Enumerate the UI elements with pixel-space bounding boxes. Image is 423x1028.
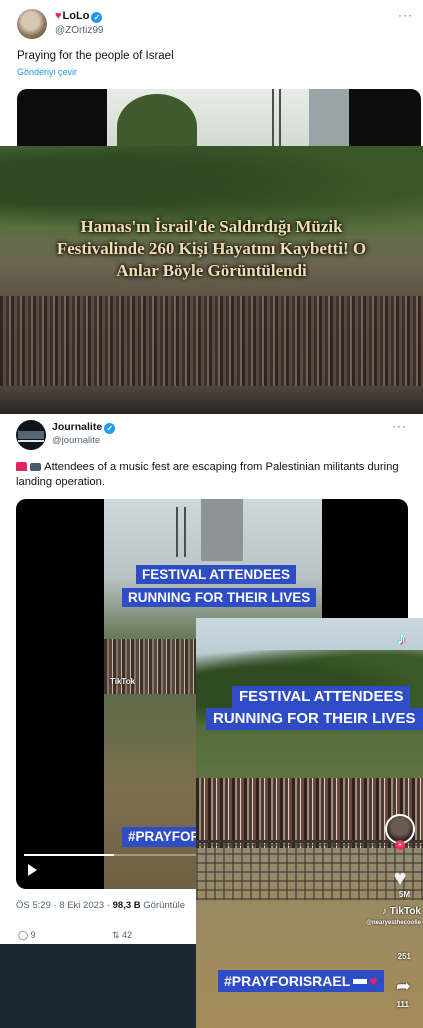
reply-button[interactable]: ◯ 9 <box>18 930 36 941</box>
power-tower <box>184 507 186 557</box>
retweet-count: 42 <box>122 930 133 940</box>
tweet-meta: ÖS 5:29 · 8 Eki 2023 · 98,3 B Görüntüle <box>16 900 185 911</box>
tiktok-video-frame: ♪ FESTIVAL ATTENDEES RUNNING FOR THEIR L… <box>196 618 423 1028</box>
display-name-text: Journalite <box>52 421 103 433</box>
video-stage <box>0 386 423 414</box>
heart-icon: ♥ <box>369 973 378 989</box>
video-building <box>201 499 243 561</box>
video-caption-band: RUNNING FOR THEIR LIVES <box>122 588 317 607</box>
display-name-text: LoLo <box>62 10 90 22</box>
reply-count: 9 <box>30 930 36 940</box>
display-name[interactable]: Journalite ✓ <box>52 421 116 434</box>
video-camera-emoji-icon <box>30 463 42 471</box>
view-count: 98,3 B <box>112 900 141 911</box>
video-caption-band: FESTIVAL ATTENDEES <box>232 686 411 708</box>
more-icon[interactable]: ··· <box>392 419 407 433</box>
tweet-lolo: ♥LoLo ✓ @ZOrtiz99 ··· Praying for the peo… <box>0 0 423 160</box>
video-hashtag-band: #PRAYFORISRAEL ♥ <box>218 970 384 992</box>
tiktok-watermark: TikTok <box>110 677 136 686</box>
avatar[interactable] <box>17 9 47 39</box>
handle[interactable]: @ZOrtiz99 <box>55 25 104 36</box>
like-count: 5M <box>398 890 410 899</box>
police-light-emoji-icon <box>16 462 27 471</box>
comment-count: 251 <box>397 952 411 961</box>
verified-badge-icon: ✓ <box>104 423 116 434</box>
video-caption-band: FESTIVAL ATTENDEES <box>136 565 297 584</box>
video-caption: Hamas'ın İsrail'de Saldırdığı Müzik Fest… <box>0 216 423 282</box>
play-icon[interactable] <box>28 864 37 876</box>
more-icon[interactable]: ··· <box>398 8 413 22</box>
translate-link[interactable]: Gönderiyi çevir <box>17 67 77 77</box>
tiktok-logo-icon: ♪ <box>397 628 406 648</box>
avatar[interactable] <box>16 420 46 450</box>
heart-emoji-icon: ♥ <box>55 10 62 22</box>
power-tower <box>176 507 178 557</box>
tweet-text: Praying for the people of Israel <box>17 50 174 62</box>
retweet-button[interactable]: ⇅ 42 <box>112 930 132 941</box>
heart-icon: ♥ <box>393 865 407 890</box>
tiktok-handle: @nearyesthecoolie <box>366 920 421 926</box>
verified-badge-icon: ✓ <box>91 12 103 23</box>
hashtag-text: #PRAYFORISRAEL <box>224 973 351 989</box>
share-icon: ➦ <box>395 976 411 996</box>
views-label: Görüntüle <box>140 900 186 911</box>
video-caption-band: RUNNING FOR THEIR LIVES <box>206 708 423 730</box>
tiktok-watermark: ♪ TikTok <box>381 906 421 917</box>
timestamp[interactable]: ÖS 5:29 · 8 Eki 2023 · <box>16 900 113 911</box>
avatar-image <box>18 440 44 442</box>
caption-line: Festivalinde 260 Kişi Hayatını Kaybetti!… <box>56 239 367 258</box>
tweet-text-body: Attendees of a music fest are escaping f… <box>16 461 399 488</box>
video-progress-fill <box>24 854 115 856</box>
follow-plus-icon: + <box>395 840 405 850</box>
israel-flag-icon <box>353 977 368 986</box>
caption-line: Anlar Böyle Görüntülendi <box>116 261 307 280</box>
tweet-text: Attendees of a music fest are escaping f… <box>16 460 416 490</box>
caption-line: Hamas'ın İsrail'de Saldırdığı Müzik <box>80 217 343 236</box>
share-count: 111 <box>396 1000 409 1009</box>
tiktok-watermark-text: TikTok <box>389 906 421 917</box>
festival-video-frame: Hamas'ın İsrail'de Saldırdığı Müzik Fest… <box>0 146 423 414</box>
avatar-image <box>18 431 44 439</box>
display-name[interactable]: ♥LoLo ✓ <box>55 10 103 23</box>
video-hashtag-band: #PRAYFOR <box>122 827 207 847</box>
handle[interactable]: @journalite <box>52 435 100 446</box>
